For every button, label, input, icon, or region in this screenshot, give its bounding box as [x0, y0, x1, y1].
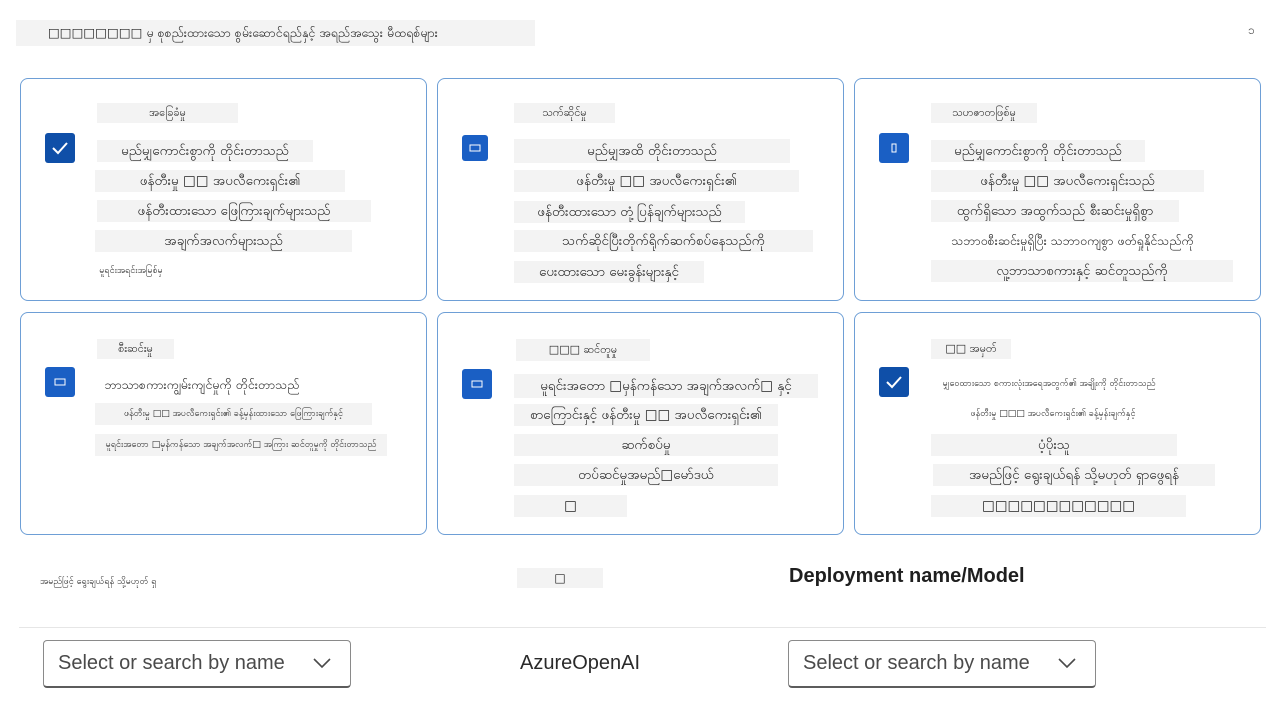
select-placeholder: Select or search by name: [58, 652, 285, 674]
card-desc-line: မျှဝေထားသော စကားလုံးအရေအတွက်၏ အချိုးကို …: [929, 374, 1169, 394]
chevron-down-icon: [1058, 658, 1076, 669]
chevron-down-icon: [313, 658, 331, 669]
card-desc-line: သဘာဝစီးဆင်းမှုရှိပြီး သဘာဝကျစွာ ဖတ်ရှုနိ…: [929, 230, 1216, 252]
card-desc-line: တပ်ဆင်မှုအမည်□မော်ဒယ်: [514, 464, 778, 486]
card-desc-line: ပံ့ပိုးသူ: [931, 434, 1177, 456]
card-desc-line: ဘာသာစကားကျွမ်းကျင်မှုကို တိုင်းတာသည်: [95, 374, 309, 396]
card-desc-line: ဆက်စပ်မှု: [514, 434, 778, 456]
card-desc-line: မူရင်းအရင်းအမြစ်မှ: [95, 263, 167, 279]
card-desc-line: လူ့ဘာသာစကားနှင့် ဆင်တူသည်ကို: [931, 260, 1233, 282]
provider-value: AzureOpenAI: [520, 652, 641, 674]
metric-card-relevance[interactable]: သက်ဆိုင်မှု မည်မျှအထိ တိုင်းတာသည် ဖန်တီး…: [437, 78, 844, 301]
card-desc-line: အမည်ဖြင့် ရွေးချယ်ရန် သို့မဟုတ် ရှာဖွေရန…: [933, 464, 1215, 486]
card-title: □□□ ဆင်တူမှု: [516, 339, 650, 361]
card-desc-line: မူရင်းအတော □မှန်ကန်သော အချက်အလက်□ နှင့်: [514, 374, 818, 398]
card-desc-line: □□□□□□□□□□□□: [931, 495, 1186, 517]
deployment-select[interactable]: Select or search by name: [788, 640, 1096, 688]
card-desc-line: မည်မျှကောင်းစွာကို တိုင်းတာသည်: [97, 140, 313, 162]
card-desc-line: ဖန်တီးမှု □□ အပလီကေးရှင်း၏ ခန့်မှန်းထားသ…: [95, 403, 372, 425]
card-desc-line: မည်မျှအထိ တိုင်းတာသည်: [514, 139, 790, 163]
card-desc-line: မည်မျှကောင်းစွာကို တိုင်းတာသည်: [931, 140, 1145, 162]
divider: [19, 627, 1266, 628]
card-desc-line: □: [514, 495, 627, 517]
metric-card-similarity[interactable]: □□□ ဆင်တူမှု မူရင်းအတော □မှန်ကန်သော အချက…: [437, 312, 844, 535]
card-title: သက်ဆိုင်မှု: [514, 103, 615, 123]
select-placeholder: Select or search by name: [803, 652, 1030, 674]
connection-label: အမည်ဖြင့် ရွေးချယ်ရန် သို့မဟုတ် ရှာဖွေရန…: [40, 577, 156, 587]
card-desc-line: ဖန်တီးမှု □□ အပလီကေးရှင်း၏: [514, 170, 799, 192]
metric-card-fluency[interactable]: စီးဆင်းမှု ဘာသာစကားကျွမ်းကျင်မှုကို တိုင…: [20, 312, 427, 535]
card-desc-line: ပေးထားသော မေးခွန်းများနှင့်: [514, 261, 704, 283]
corner-glyph: ၥ: [1248, 23, 1255, 37]
checkbox-checked-icon[interactable]: [879, 367, 909, 397]
card-desc-line: စာကြောင်းနှင့် ဖန်တီးမှု □□ အပလီကေးရှင်း…: [514, 404, 778, 426]
checkbox-partial-icon[interactable]: [462, 135, 488, 161]
card-desc-line: ဖန်တီးမှု □□□ အပလီကေးရှင်း၏ ခန့်မှန်းချက…: [929, 403, 1177, 425]
card-desc-line: ဖန်တီးထားသော ဖြေကြားချက်များသည်: [97, 200, 371, 222]
checkbox-partial-icon[interactable]: [462, 369, 492, 399]
page-header-title: □□□□□□□□ မှ စုစည်းထားသော စွမ်းဆောင်ရည်နှ…: [16, 20, 535, 46]
checkbox-checked-icon[interactable]: [45, 133, 75, 163]
metric-card-f1-score[interactable]: □□ အမှတ် မျှဝေထားသော စကားလုံးအရေအတွက်၏ အ…: [854, 312, 1261, 535]
checkbox-partial-icon[interactable]: [45, 367, 75, 397]
card-desc-line: မူရင်းအတော □မှန်ကန်သော အချက်အလက်□ အကြား …: [95, 434, 387, 456]
card-title: စီးဆင်းမှု: [97, 339, 174, 359]
provider-label: □: [517, 568, 603, 588]
checkbox-partial-icon[interactable]: [879, 133, 909, 163]
card-title: အခြေခံမှု: [97, 103, 238, 123]
card-desc-line: ဖန်တီးမှု □□ အပလီကေးရှင်းသည်: [931, 170, 1204, 192]
card-title: □□ အမှတ်: [931, 339, 1011, 359]
connection-select[interactable]: Select or search by name: [43, 640, 351, 688]
deployment-label: Deployment name/Model: [789, 565, 1025, 587]
card-desc-line: ဖန်တီးမှု □□ အပလီကေးရှင်း၏: [95, 170, 345, 192]
metric-card-coherence[interactable]: သဟဇာတဖြစ်မှု မည်မျှကောင်းစွာကို တိုင်းတာ…: [854, 78, 1261, 301]
card-desc-line: ထွက်ရှိသော အထွက်သည် စီးဆင်းမှုရှိစွာ: [931, 200, 1179, 222]
card-title: သဟဇာတဖြစ်မှု: [931, 103, 1037, 123]
metric-card-groundedness[interactable]: အခြေခံမှု မည်မျှကောင်းစွာကို တိုင်းတာသည်…: [20, 78, 427, 301]
card-desc-line: သက်ဆိုင်ပြီးတိုက်ရိုက်ဆက်စပ်နေသည်ကို: [514, 230, 813, 252]
card-desc-line: အချက်အလက်များသည်: [95, 230, 352, 252]
card-desc-line: ဖန်တီးထားသော တုံ့ပြန်ချက်များသည်: [514, 201, 745, 223]
